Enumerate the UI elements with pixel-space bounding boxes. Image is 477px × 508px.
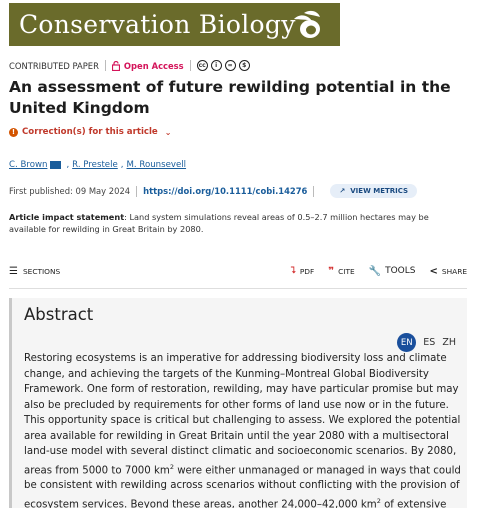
divider: [313, 185, 315, 197]
nc-icon: $: [238, 60, 250, 71]
lock-open-icon: [111, 60, 120, 71]
by-icon: i: [210, 60, 222, 71]
first-published: First published: 09 May 2024: [9, 186, 131, 196]
divider: [136, 185, 138, 197]
divider: [9, 288, 467, 289]
publication-info: First published: 09 May 2024 https://doi…: [9, 184, 418, 198]
abstract-text: Restoring ecosystems is an imperative fo…: [24, 351, 470, 508]
language-en[interactable]: EN: [397, 333, 417, 352]
pdf-icon: ⮧: [290, 266, 296, 276]
comma: ,: [120, 160, 124, 170]
quote-icon: ❞: [328, 265, 335, 277]
nd-icon: =: [224, 60, 236, 71]
pdf-button[interactable]: ⮧ PDF: [291, 266, 315, 276]
sections-label: SECTIONS: [22, 266, 61, 276]
abstract-text-part: Restoring ecosystems is an imperative fo…: [24, 353, 461, 476]
correction-label: Correction(s) for this article: [22, 127, 158, 137]
author-list: C. Brown , R. Prestele , M. Rounsevell: [9, 160, 186, 170]
bird-logo-icon: [294, 10, 320, 38]
author-link[interactable]: R. Prestele: [72, 160, 118, 170]
share-icon: <: [429, 265, 438, 277]
correction-toggle[interactable]: ! Correction(s) for this article ⌄: [9, 127, 171, 137]
author-link[interactable]: M. Rounsevell: [127, 160, 187, 170]
view-metrics-button[interactable]: ↗ VIEW METRICS: [330, 184, 418, 198]
article-toolbar: ☰ SECTIONS ⮧ PDF ❞ CITE 🔧 TOOLS < SHARE: [9, 262, 467, 280]
divider: [189, 60, 191, 71]
open-access-label: Open Access: [123, 60, 184, 71]
article-meta: CONTRIBUTED PAPER Open Access cc i = $: [9, 60, 250, 71]
author-link[interactable]: C. Brown: [9, 160, 47, 170]
language-es[interactable]: ES: [423, 337, 435, 348]
article-type: CONTRIBUTED PAPER: [9, 60, 99, 71]
trend-icon: ↗: [339, 187, 346, 195]
cc-icon: cc: [196, 60, 208, 71]
language-switcher: EN ES ZH: [397, 333, 456, 352]
tools-label: TOOLS: [385, 266, 416, 276]
pdf-label: PDF: [299, 266, 315, 276]
tools-button[interactable]: 🔧 TOOLS: [369, 266, 416, 277]
journal-title: Conservation Biology: [19, 10, 296, 39]
journal-banner[interactable]: Conservation Biology: [9, 3, 340, 46]
open-access-badge[interactable]: Open Access: [111, 60, 184, 71]
list-icon: ☰: [9, 265, 18, 277]
abstract-heading: Abstract: [24, 305, 94, 324]
divider: [104, 60, 106, 71]
alert-icon: !: [9, 127, 18, 137]
license-icons[interactable]: cc i = $: [196, 60, 250, 71]
impact-label: Article impact statement: [9, 212, 125, 222]
share-button[interactable]: < SHARE: [430, 266, 468, 277]
cite-label: CITE: [338, 266, 355, 276]
chevron-down-icon: ⌄: [164, 127, 172, 137]
article-title: An assessment of future rewilding potent…: [9, 78, 451, 117]
cite-button[interactable]: ❞ CITE: [328, 266, 354, 277]
impact-statement: Article impact statement: Land system si…: [9, 211, 464, 235]
share-label: SHARE: [441, 266, 467, 276]
language-zh[interactable]: ZH: [442, 337, 456, 348]
doi-link[interactable]: https://doi.org/10.1111/cobi.14276: [143, 186, 307, 196]
view-metrics-label: VIEW METRICS: [350, 187, 409, 195]
wrench-icon: 🔧: [368, 265, 382, 277]
comma: ,: [66, 160, 70, 170]
mail-icon[interactable]: [50, 161, 62, 169]
sections-button[interactable]: ☰ SECTIONS: [9, 266, 60, 277]
